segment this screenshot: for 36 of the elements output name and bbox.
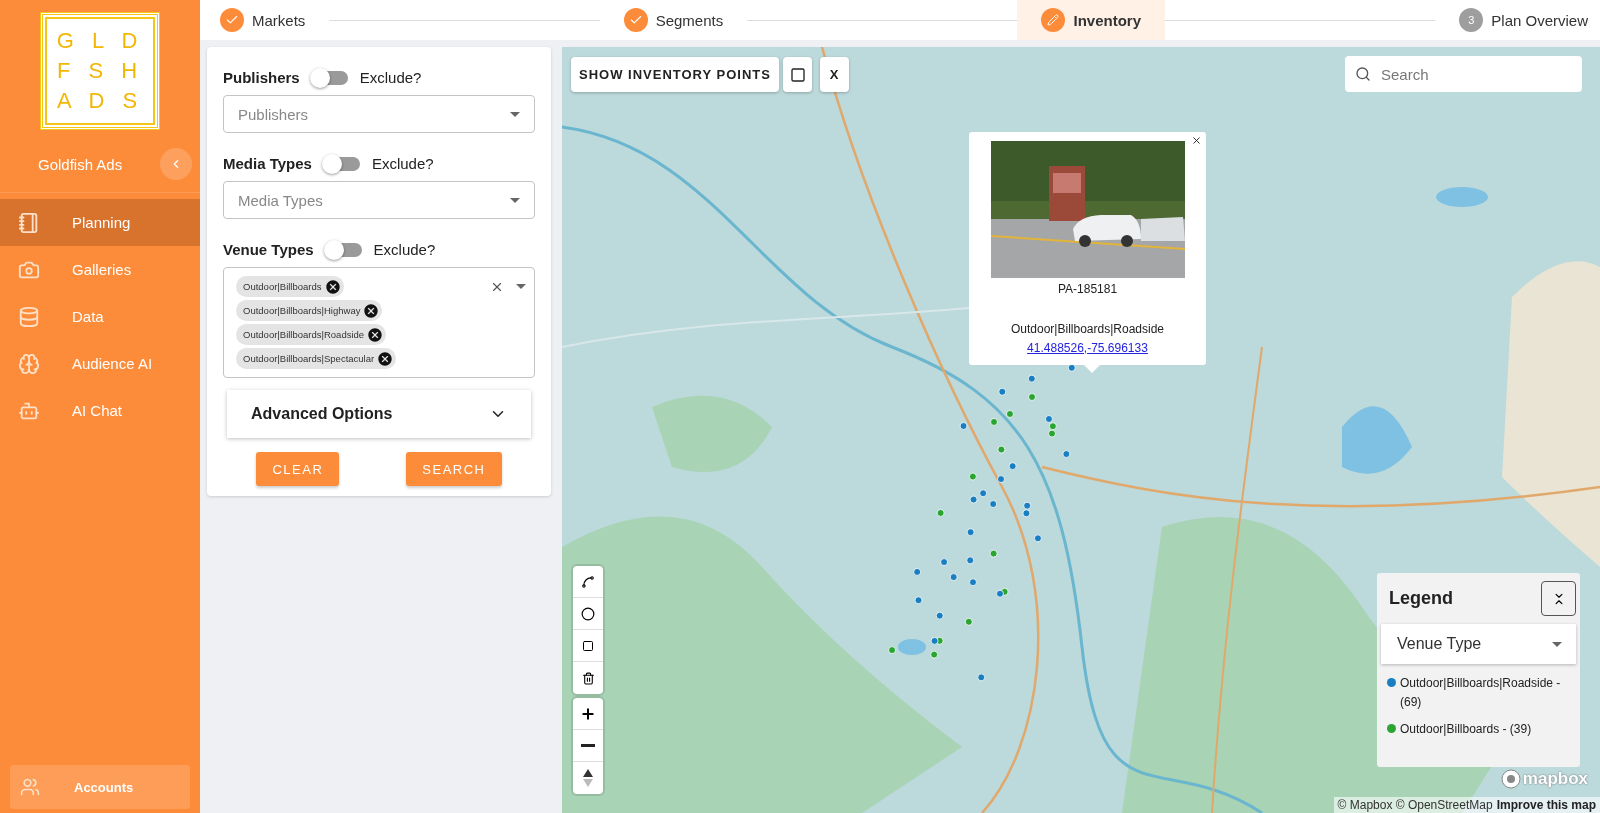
step[interactable]: Segments	[599, 0, 748, 40]
step[interactable]: Markets	[220, 0, 330, 40]
pencil-icon	[1041, 8, 1066, 32]
step[interactable]: Inventory	[1017, 0, 1165, 40]
check-icon	[623, 8, 648, 32]
venue-select[interactable]: Outdoor|Billboards Outdoor|Billboards|Highway Outdoor|Billboards|Roadside Outdoor|Billboards|Spectacular	[223, 267, 535, 378]
chip[interactable]: Outdoor|Billboards|Highway	[236, 300, 383, 321]
logo: G L D F S H A D S	[40, 12, 160, 130]
remove-icon[interactable]	[377, 350, 394, 367]
filter-label: Venue Types	[223, 241, 314, 258]
users-icon	[20, 777, 40, 797]
database-icon	[18, 305, 40, 328]
brain-icon	[18, 352, 40, 375]
chip[interactable]: Outdoor|Billboards|Spectacular	[236, 348, 397, 369]
exclude-label: Exclude?	[373, 241, 436, 258]
chip[interactable]: Outdoor|Billboards|Roadside	[236, 324, 387, 345]
exclude-label: Exclude?	[371, 155, 434, 172]
brand-name: Goldfish Ads	[38, 155, 123, 173]
exclude-label: Exclude?	[359, 69, 422, 86]
dropdown-icon	[510, 197, 520, 203]
step[interactable]: 3 Plan Overview	[1435, 0, 1588, 40]
remove-icon[interactable]	[324, 278, 341, 295]
chip[interactable]: Outdoor|Billboards	[236, 276, 344, 297]
remove-icon[interactable]	[367, 326, 384, 343]
notebook-icon	[18, 211, 40, 234]
dropdown-icon	[510, 111, 520, 117]
check-icon	[220, 8, 244, 32]
select-field[interactable]: Publishers	[223, 95, 535, 133]
clear-icon[interactable]	[490, 280, 504, 294]
advanced-options[interactable]: Advanced Options	[227, 390, 531, 438]
dropdown-icon[interactable]	[516, 284, 526, 289]
remove-icon[interactable]	[363, 302, 380, 319]
select-field[interactable]: Media Types	[223, 181, 535, 219]
filter-label: Publishers	[223, 69, 300, 86]
step-number: 3	[1459, 8, 1484, 32]
filter-label: Media Types	[223, 155, 312, 172]
